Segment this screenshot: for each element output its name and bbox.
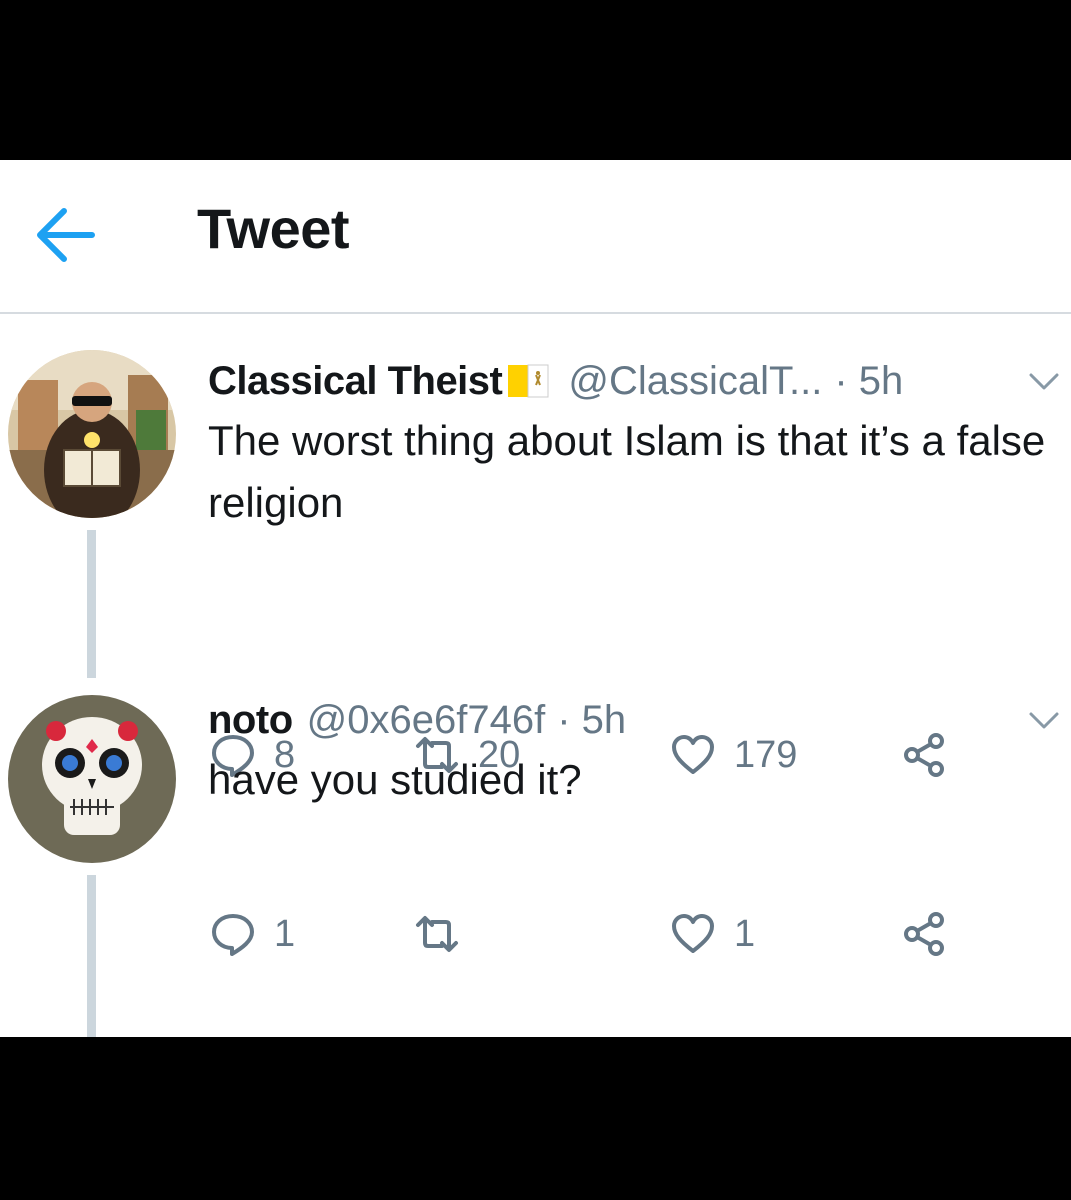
tweet-header: Classical Theist @ClassicalT... · 5h (208, 356, 903, 406)
tweet-text: The worst thing about Islam is that it’s… (208, 417, 1046, 526)
retweet-icon (416, 916, 458, 952)
like-button[interactable]: 1 (670, 909, 755, 959)
like-count: 1 (734, 912, 756, 955)
thread-line (87, 875, 96, 1037)
avatar-image (8, 695, 176, 863)
vatican-flag-icon (506, 361, 550, 401)
reply-button[interactable]: 1 (210, 909, 295, 959)
heart-icon (672, 914, 714, 953)
tweet-screen: Tweet Classical Theist @ClassicalT... · … (0, 160, 1071, 1037)
more-options-button[interactable] (1028, 711, 1060, 731)
top-bar: Tweet (0, 160, 1071, 314)
avatar[interactable] (8, 350, 176, 518)
display-name[interactable]: Classical Theist (208, 359, 503, 404)
more-options-button[interactable] (1028, 372, 1060, 392)
chevron-down-icon (1029, 712, 1059, 729)
share-icon (904, 912, 944, 956)
arrow-left-icon (37, 208, 95, 262)
back-button[interactable] (34, 204, 96, 266)
user-handle[interactable]: @ClassicalT... (568, 359, 822, 404)
reply-icon (212, 914, 254, 956)
avatar[interactable] (8, 695, 176, 863)
user-handle[interactable]: @0x6e6f746f (307, 698, 546, 743)
tweet-time: · 5h (834, 358, 904, 403)
avatar-image (8, 350, 176, 518)
chevron-down-icon (1029, 373, 1059, 390)
reply-count: 1 (274, 912, 296, 955)
page-title: Tweet (197, 197, 350, 260)
retweet-button[interactable] (414, 909, 478, 959)
share-button[interactable] (902, 909, 948, 959)
tweet-header: noto @0x6e6f746f · 5h (208, 695, 626, 745)
thread-line (87, 530, 96, 678)
tweet-text: have you studied it? (208, 756, 582, 803)
display-name[interactable]: noto (208, 698, 293, 743)
tweet-time: · 5h (557, 697, 627, 742)
